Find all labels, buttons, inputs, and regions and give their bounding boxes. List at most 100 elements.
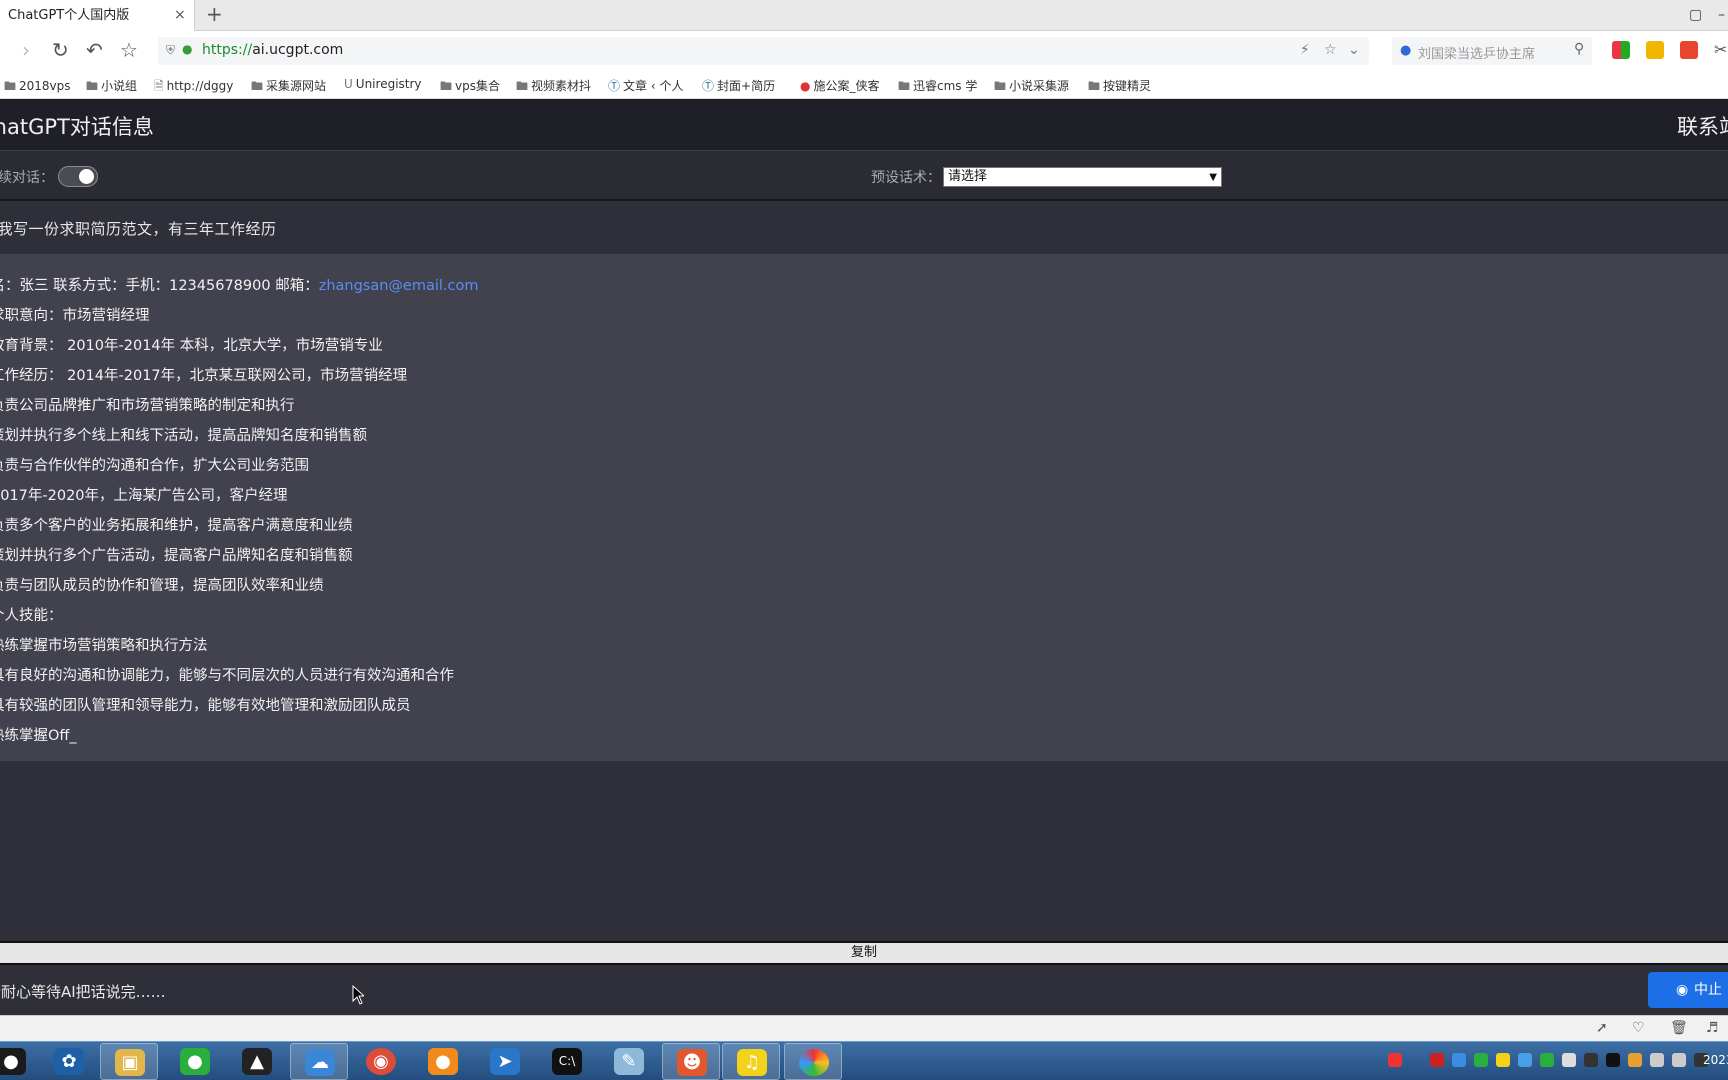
bookmark-item[interactable]: 🖿 视频素材抖 bbox=[516, 77, 591, 98]
taskbar-music[interactable]: ♫ bbox=[722, 1043, 780, 1080]
trash-icon[interactable]: 🗑 bbox=[1670, 1020, 1688, 1036]
preset-label: 预设话术： bbox=[871, 170, 941, 186]
browser-tab[interactable]: ChatGPT个人国内版 × bbox=[0, 0, 195, 31]
bookmark-item[interactable]: U Uniregistry bbox=[344, 77, 422, 91]
stop-icon: ◉ bbox=[1676, 982, 1689, 998]
taskbar-terminal[interactable]: C:\ bbox=[538, 1043, 596, 1080]
ai-response-line: 负责公司品牌推广和市场营销策略的制定和执行 bbox=[0, 398, 295, 414]
taskbar: ● ✿ ▣ ● ▲ ☁ ◉ ● ➤ C:\ ✎ ☻ ♫ 2023 bbox=[0, 1041, 1728, 1080]
contact-link[interactable]: 联系站长 bbox=[1677, 111, 1728, 141]
mask-icon: ☻ bbox=[677, 1049, 707, 1076]
media-player-icon: ✿ bbox=[54, 1048, 84, 1075]
green-app-icon[interactable] bbox=[1474, 1053, 1488, 1067]
waiting-status-text: 请耐心等待AI把话说完…… bbox=[0, 983, 166, 1001]
flag-icon[interactable] bbox=[1628, 1053, 1642, 1067]
bookmark-item[interactable]: 🖿 采集源网站 bbox=[251, 77, 326, 98]
search-icon[interactable]: ⚲ bbox=[1574, 41, 1584, 57]
preset-select[interactable]: 请选择 ▼ bbox=[943, 167, 1222, 187]
address-bar[interactable]: ⛨ ● https://ai.ucgpt.com ⚡ ☆ ⌄ bbox=[158, 37, 1369, 65]
taskbar-app-blue[interactable]: ☁ bbox=[290, 1043, 348, 1080]
shirt-icon[interactable]: ▢ bbox=[1689, 7, 1702, 23]
notepad-icon: ✎ bbox=[614, 1048, 644, 1075]
network-icon[interactable] bbox=[1584, 1053, 1598, 1067]
bookmark-item[interactable]: 🖿 2018vps bbox=[4, 77, 71, 98]
taskbar-qq[interactable]: ● bbox=[0, 1043, 40, 1080]
minimize-icon[interactable]: – bbox=[1718, 7, 1725, 23]
game-extension-icon[interactable] bbox=[1680, 41, 1698, 59]
reload-icon[interactable]: ↻ bbox=[52, 39, 69, 61]
search-box[interactable]: ● 刘国梁当选乒协主席 ⚲ bbox=[1392, 37, 1592, 65]
bookmark-item[interactable]: 🗎 http://dggy bbox=[154, 77, 233, 98]
email-link[interactable]: zhangsan@email.com bbox=[319, 278, 479, 294]
browser-status-bar: ➚ ♡ 🗑 ♬ bbox=[0, 1015, 1728, 1041]
copy-button[interactable]: 复制 bbox=[0, 941, 1728, 965]
ai-response: 姓名：张三 联系方式：手机：12345678900 邮箱：zhangsan@em… bbox=[0, 254, 1728, 761]
taskbar-browser[interactable] bbox=[784, 1043, 842, 1080]
ai-response-line: 个人技能： bbox=[0, 608, 63, 624]
bookmark-item[interactable]: 🖿 小说组 bbox=[86, 77, 137, 98]
preset-selected-value: 请选择 bbox=[948, 169, 988, 184]
search-input[interactable]: 刘国梁当选乒协主席 bbox=[1418, 43, 1535, 62]
folder-icon: 🖿 bbox=[440, 79, 453, 93]
signal-icon[interactable] bbox=[1650, 1053, 1664, 1067]
lightning-icon[interactable]: ⚡ bbox=[1300, 42, 1310, 58]
bookmark-item[interactable]: ● 施公案_侠客 bbox=[800, 77, 880, 94]
bookmark-item[interactable]: 🖿 小说采集源 bbox=[994, 77, 1069, 98]
forward-icon[interactable]: › bbox=[22, 39, 30, 61]
security-icon[interactable] bbox=[1430, 1053, 1444, 1067]
stop-button[interactable]: ◉ 中止 bbox=[1648, 972, 1728, 1008]
windows-extension-icon[interactable] bbox=[1612, 41, 1630, 59]
volume-icon[interactable]: ♬ bbox=[1706, 1020, 1719, 1036]
ai-response-line: 熟练掌握Off_ bbox=[0, 728, 77, 744]
taskbar-notepad[interactable]: ✎ bbox=[600, 1043, 658, 1080]
bookmark-star-icon[interactable]: ☆ bbox=[120, 39, 138, 61]
continuous-chat-toggle[interactable] bbox=[58, 166, 98, 187]
volume-icon[interactable] bbox=[1672, 1053, 1686, 1067]
new-tab-button[interactable]: + bbox=[206, 0, 223, 29]
rocket-icon[interactable]: ➚ bbox=[1596, 1020, 1608, 1036]
ai-response-line: 姓名：张三 联系方式：手机：12345678900 邮箱：zhangsan@em… bbox=[0, 278, 479, 294]
mouse-cursor-icon bbox=[352, 985, 364, 1005]
taskbar-app-mask[interactable]: ☻ bbox=[662, 1043, 720, 1080]
bookmark-item[interactable]: 🖿 vps集合 bbox=[440, 77, 500, 98]
wechat-icon[interactable] bbox=[1540, 1053, 1554, 1067]
url-text[interactable]: https://ai.ucgpt.com bbox=[202, 42, 343, 58]
clock[interactable]: 2023 bbox=[1703, 1053, 1728, 1067]
bookmark-item[interactable]: 🖿 迅睿cms 学 bbox=[898, 77, 977, 98]
favorite-icon[interactable]: ☆ bbox=[1324, 42, 1337, 58]
wordpress-icon: Ⓣ bbox=[608, 79, 621, 93]
page-icon: 🗎 bbox=[154, 79, 164, 93]
taskbar-file-explorer[interactable]: ▣ bbox=[100, 1043, 158, 1080]
chevron-down-icon: ▼ bbox=[1209, 172, 1217, 183]
folder-icon: ▣ bbox=[115, 1049, 145, 1076]
ai-response-line: 2017年-2020年，上海某广告公司，客户经理 bbox=[0, 488, 288, 504]
taskbar-wechat[interactable]: ● bbox=[166, 1043, 224, 1080]
scissors-icon[interactable]: ✂ bbox=[1714, 39, 1727, 61]
taskbar-media-player[interactable]: ✿ bbox=[40, 1043, 98, 1080]
terminal-icon: C:\ bbox=[552, 1048, 582, 1075]
ai-response-line: 教育背景： 2010年-2014年 本科，北京大学，市场营销专业 bbox=[0, 338, 383, 354]
music-icon[interactable] bbox=[1496, 1053, 1510, 1067]
ai-response-line: 策划并执行多个广告活动，提高客户品牌知名度和销售额 bbox=[0, 548, 353, 564]
bookmark-item[interactable]: 🖿 按键精灵 bbox=[1088, 77, 1151, 98]
bookmark-item[interactable]: Ⓣ 封面+简历 bbox=[702, 77, 775, 94]
taskbar-app-bird[interactable]: ➤ bbox=[476, 1043, 534, 1080]
tab-close-icon[interactable]: × bbox=[174, 0, 186, 31]
ai-response-line: 具有较强的团队管理和领导能力，能够有效地管理和激励团队成员 bbox=[0, 698, 411, 714]
taskbar-app-orange[interactable]: ● bbox=[414, 1043, 472, 1080]
qq-icon[interactable] bbox=[1606, 1053, 1620, 1067]
taskbar-chrome[interactable]: ◉ bbox=[352, 1043, 410, 1080]
feather-icon[interactable] bbox=[1518, 1053, 1532, 1067]
ai-response-line: 熟练掌握市场营销策略和执行方法 bbox=[0, 638, 208, 654]
cloud-icon[interactable] bbox=[1452, 1053, 1466, 1067]
chevron-down-icon[interactable]: ⌄ bbox=[1348, 42, 1360, 58]
browser-icon bbox=[799, 1049, 829, 1076]
undo-icon[interactable]: ↶ bbox=[86, 39, 103, 61]
sogou-icon[interactable] bbox=[1388, 1053, 1402, 1067]
heart-icon[interactable]: ♡ bbox=[1632, 1020, 1645, 1036]
taskbar-inkscape[interactable]: ▲ bbox=[228, 1043, 286, 1080]
display-icon[interactable] bbox=[1562, 1053, 1576, 1067]
download-extension-icon[interactable] bbox=[1646, 41, 1664, 59]
chat-controls: 连续对话： 预设话术： 请选择 ▼ bbox=[0, 151, 1728, 201]
bookmark-item[interactable]: Ⓣ 文章 ‹ 个人 bbox=[608, 77, 683, 94]
